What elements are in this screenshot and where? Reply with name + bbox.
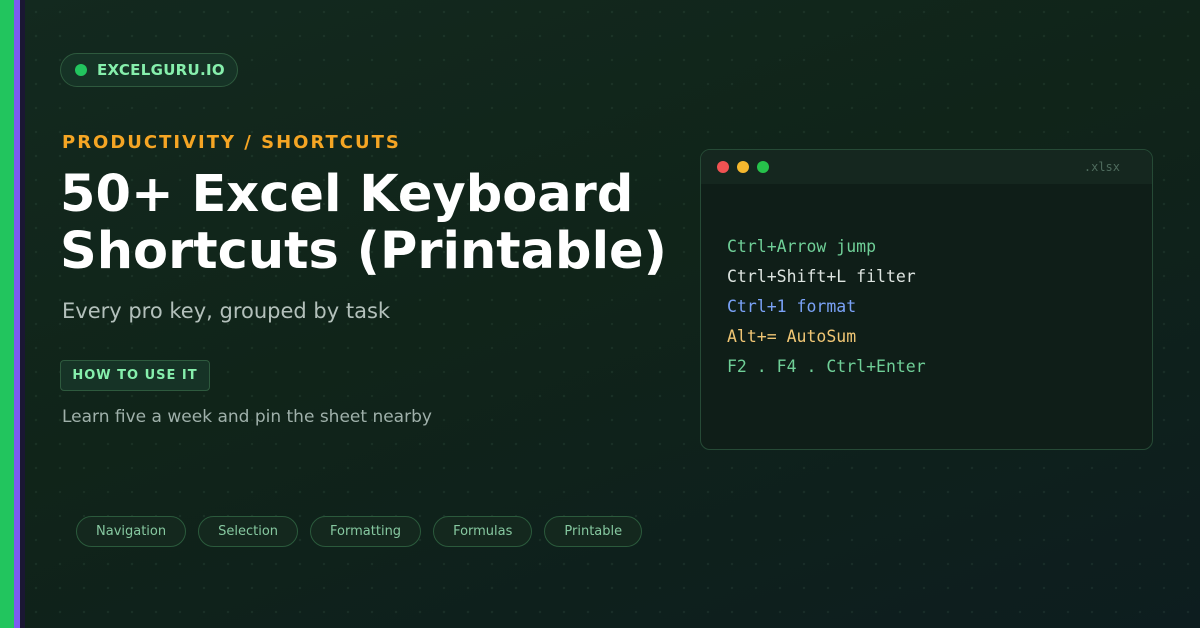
- shortcut-line: Ctrl+Arrow jump: [727, 237, 877, 256]
- tag-formulas[interactable]: Formulas: [433, 516, 533, 547]
- topic-tags: Navigation Selection Formatting Formulas…: [76, 516, 643, 547]
- tag-printable[interactable]: Printable: [544, 516, 643, 547]
- shortcut-list: Ctrl+Arrow jump Ctrl+Shift+L filter Ctrl…: [727, 232, 926, 382]
- category-eyebrow: PRODUCTIVITY / SHORTCUTS: [62, 132, 401, 153]
- shortcut-line: Ctrl+1 format: [727, 297, 857, 316]
- tag-selection[interactable]: Selection: [198, 516, 299, 547]
- status-dot-icon: [75, 64, 87, 76]
- title-line-1: 50+ Excel Keyboard: [60, 165, 634, 224]
- tag-navigation[interactable]: Navigation: [76, 516, 187, 547]
- code-window: .xlsx Ctrl+Arrow jump Ctrl+Shift+L filte…: [700, 149, 1153, 450]
- shortcut-line: Alt+= AutoSum: [727, 327, 857, 346]
- how-to-use-button[interactable]: HOW TO USE IT: [60, 360, 210, 391]
- minimize-dot-icon[interactable]: [737, 161, 749, 173]
- accent-stripe-dark: [20, 0, 25, 628]
- brand-badge[interactable]: EXCELGURU.IO: [60, 53, 238, 87]
- tag-formatting[interactable]: Formatting: [310, 516, 422, 547]
- close-dot-icon[interactable]: [717, 161, 729, 173]
- brand-name: EXCELGURU.IO: [97, 61, 225, 79]
- page-title: 50+ Excel Keyboard Shortcuts (Printable): [60, 166, 700, 280]
- shortcut-line: F2 . F4 . Ctrl+Enter: [727, 357, 926, 376]
- accent-stripe-green: [0, 0, 14, 628]
- maximize-dot-icon[interactable]: [757, 161, 769, 173]
- file-type-label: .xlsx: [1083, 160, 1120, 174]
- page-subtitle: Every pro key, grouped by task: [62, 299, 391, 323]
- window-titlebar: .xlsx: [701, 150, 1152, 184]
- shortcut-line: Ctrl+Shift+L filter: [727, 267, 916, 286]
- title-line-2: Shortcuts (Printable): [60, 222, 667, 281]
- usage-tip: Learn five a week and pin the sheet near…: [62, 407, 432, 427]
